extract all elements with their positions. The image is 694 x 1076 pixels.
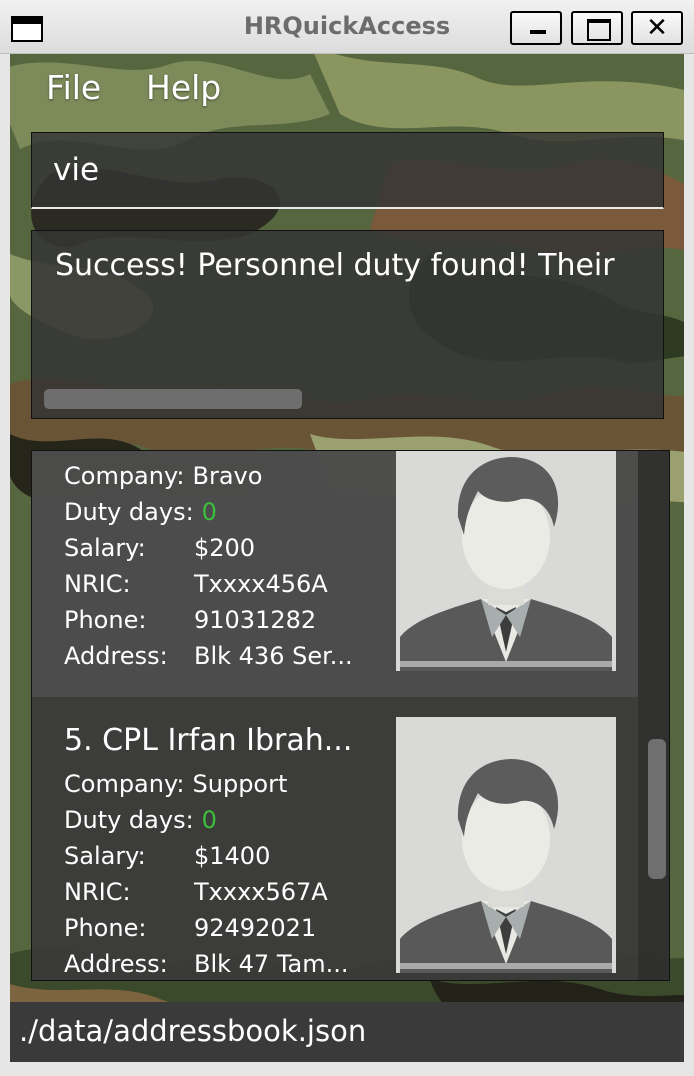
salary-row: Salary: $200 xyxy=(64,534,255,562)
close-button[interactable]: ✕ xyxy=(631,11,683,45)
duty-days-label: Duty days: xyxy=(64,498,194,526)
address-row: Address: Blk 47 Tam... xyxy=(64,950,349,978)
nric-value: Txxxx567A xyxy=(194,878,328,906)
phone-label: Phone: xyxy=(64,914,147,942)
menu-file[interactable]: File xyxy=(46,68,101,107)
company-value: Support xyxy=(192,770,288,798)
nric-row: NRIC: Txxxx456A xyxy=(64,570,328,598)
profile-photo xyxy=(396,451,616,671)
duty-days-value: 0 xyxy=(201,806,217,834)
duty-days-row: Duty days: 0 xyxy=(64,806,217,834)
nric-label: NRIC: xyxy=(64,570,131,598)
maximize-button[interactable] xyxy=(571,11,623,45)
status-bar: ./data/addressbook.json xyxy=(10,1002,684,1062)
profile-placeholder-icon xyxy=(396,717,616,973)
company-label: Company: xyxy=(64,770,185,798)
person-card[interactable]: Company: Bravo Duty days: 0 Salary: $200 NR… xyxy=(32,451,638,697)
address-row: Address: Blk 436 Ser... xyxy=(64,642,353,670)
duty-days-value: 0 xyxy=(201,498,217,526)
address-label: Address: xyxy=(64,642,168,670)
phone-value: 91031282 xyxy=(194,606,317,634)
vertical-scrollbar[interactable] xyxy=(638,451,669,980)
phone-row: Phone: 91031282 xyxy=(64,606,316,634)
salary-label: Salary: xyxy=(64,534,146,562)
profile-placeholder-icon xyxy=(396,451,616,671)
phone-value: 92492021 xyxy=(194,914,317,942)
app-window: File Help Success! Personnel duty found!… xyxy=(10,54,684,1062)
salary-label: Salary: xyxy=(64,842,146,870)
minimize-icon xyxy=(512,13,560,43)
command-input[interactable] xyxy=(32,133,663,207)
salary-value: $200 xyxy=(194,534,256,562)
salary-row: Salary: $1400 xyxy=(64,842,270,870)
person-card[interactable]: 5. CPL Irfan Ibrah... Company: Support Du… xyxy=(32,701,638,980)
phone-row: Phone: 92492021 xyxy=(64,914,316,942)
salary-value: $1400 xyxy=(194,842,271,870)
result-message: Success! Personnel duty found! Their xyxy=(55,248,615,283)
horizontal-scrollbar-thumb[interactable] xyxy=(44,389,302,409)
profile-photo xyxy=(396,717,616,973)
company-value: Bravo xyxy=(192,462,263,490)
company-row: Company: Support xyxy=(64,770,287,798)
address-label: Address: xyxy=(64,950,168,978)
maximize-icon xyxy=(573,13,621,43)
menu-help[interactable]: Help xyxy=(146,68,221,107)
company-row: Company: Bravo xyxy=(64,462,262,490)
company-label: Company: xyxy=(64,462,185,490)
person-name: 5. CPL Irfan Ibrah... xyxy=(64,723,353,758)
status-file-path: ./data/addressbook.json xyxy=(19,1014,367,1048)
result-display[interactable]: Success! Personnel duty found! Their xyxy=(31,230,664,419)
duty-days-row: Duty days: 0 xyxy=(64,498,217,526)
nric-row: NRIC: Txxxx567A xyxy=(64,878,328,906)
address-value: Blk 47 Tam... xyxy=(194,950,349,978)
nric-label: NRIC: xyxy=(64,878,131,906)
command-box[interactable] xyxy=(31,132,664,209)
duty-days-label: Duty days: xyxy=(64,806,194,834)
nric-value: Txxxx456A xyxy=(194,570,328,598)
title-bar[interactable]: HRQuickAccess ✕ xyxy=(0,0,694,54)
address-value: Blk 436 Ser... xyxy=(194,642,353,670)
person-list[interactable]: Company: Bravo Duty days: 0 Salary: $200 NR… xyxy=(31,450,670,981)
minimize-button[interactable] xyxy=(510,11,562,45)
close-icon: ✕ xyxy=(646,13,668,43)
phone-label: Phone: xyxy=(64,606,147,634)
vertical-scrollbar-thumb[interactable] xyxy=(648,739,666,879)
